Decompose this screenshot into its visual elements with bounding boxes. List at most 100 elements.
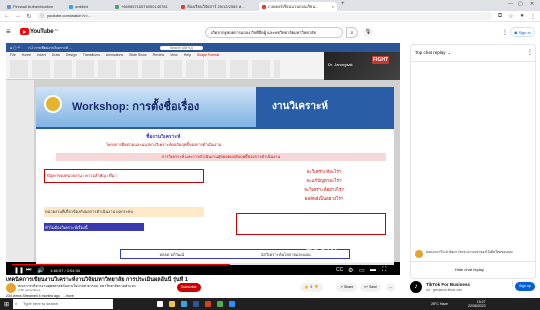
- tab-favicon-icon: [262, 4, 266, 9]
- youtube-wordmark: YouTube: [30, 28, 54, 35]
- taskbar-search-input[interactable]: ⌕ Type here to search: [13, 299, 114, 309]
- autosave-label: ● ▢ ↶: [10, 45, 21, 50]
- bookmark-star-icon[interactable]: ☆: [508, 13, 514, 20]
- chat-mode-dropdown[interactable]: Top chat replay ⌄: [415, 50, 451, 56]
- ad-sign-up-button[interactable]: Sign up: [515, 282, 535, 291]
- save-label: Save: [369, 285, 378, 289]
- share-label: Share: [343, 285, 354, 289]
- ppt-title-bar: ● ▢ ↶ ก.2 การเขียนงานวิเคราะห์ ... Searc…: [6, 43, 400, 52]
- windows-taskbar: ⊞ ⌕ Type here to search 28°C Haze 15:27 …: [0, 298, 540, 310]
- forward-icon[interactable]: →: [15, 13, 21, 19]
- taskbar-search-placeholder: Type here to search: [23, 301, 59, 306]
- progress-fill: [12, 264, 230, 265]
- ribbon-tab: Transitions: [82, 53, 100, 57]
- minimize-icon[interactable]: —: [508, 1, 513, 7]
- close-tab-icon[interactable]: ×: [332, 4, 334, 9]
- profile-icon[interactable]: ●: [519, 13, 525, 19]
- youtube-logo[interactable]: YouTube TH: [20, 28, 58, 35]
- progress-track[interactable]: [12, 264, 394, 265]
- like-button[interactable]: 👍 9 👎: [300, 283, 323, 292]
- reload-icon[interactable]: ↻: [26, 13, 32, 20]
- miniplayer-icon[interactable]: ▭: [359, 267, 365, 274]
- slide-box-why: ทำไมต้องวิเคราะห์เรื่องนี้: [44, 223, 144, 231]
- save-button[interactable]: ≡+ Save: [360, 283, 382, 292]
- ribbon-tab: View: [170, 53, 178, 57]
- windows-start-icon[interactable]: ⊞: [4, 301, 9, 308]
- browser-toolbar: ← → ↻ ⓘ youtube.com/watch?v=... ⧉ ☆ ● ⋮: [0, 11, 540, 22]
- captions-icon[interactable]: CC: [336, 267, 343, 273]
- ad-title[interactable]: TikTok For Business: [426, 282, 470, 287]
- extensions-icon[interactable]: ⧉: [497, 13, 503, 20]
- ribbon-tab: Design: [65, 53, 77, 57]
- settings-menu-icon[interactable]: ⋮: [502, 29, 508, 36]
- browser-menu-icon[interactable]: ⋮: [530, 13, 536, 20]
- clock-date: 22/08/2023: [468, 304, 486, 308]
- channel-avatar[interactable]: [6, 283, 16, 293]
- tab-youtube-active[interactable]: เวลเคอร์เรียนนวนกอนเรียน... ×: [259, 2, 337, 11]
- tab-favicon-icon: [7, 4, 11, 9]
- slide-footer-mid: นักวิเคราะห์นโยบายและแผน: [260, 251, 311, 257]
- chat-menu-icon[interactable]: ⋮: [527, 49, 533, 56]
- share-icon: ↗: [340, 285, 343, 289]
- youtube-play-logo-icon: [20, 28, 29, 35]
- fullscreen-icon[interactable]: ⛶: [382, 267, 386, 274]
- account-icon: ◉: [514, 29, 518, 35]
- more-actions-icon[interactable]: ⋯: [386, 283, 395, 292]
- close-window-icon[interactable]: ✕: [530, 1, 534, 7]
- theater-mode-icon[interactable]: ▬: [370, 267, 376, 273]
- maximize-icon[interactable]: ▢: [518, 1, 523, 7]
- ribbon-tab: Slide Show: [129, 53, 147, 57]
- search-button[interactable]: ⌕: [346, 27, 358, 38]
- tab-research[interactable]: ห้องเรียนวิจัยสาร์ 25/12/2565 ห...: [178, 2, 256, 11]
- volume-icon[interactable]: 🔊: [37, 267, 44, 274]
- chat-avatar: [415, 250, 423, 258]
- time-display: 1:46:07 / 3:04:34: [50, 268, 81, 273]
- hamburger-menu-icon[interactable]: ≡: [6, 27, 11, 36]
- browser-tab-strip: Firewall Authentication untitled +669857…: [0, 0, 540, 11]
- weather-widget[interactable]: 28°C Haze: [431, 302, 448, 306]
- ppt-search-box: Search (Alt+Q): [159, 45, 204, 50]
- pause-icon[interactable]: ❚❚: [14, 267, 24, 274]
- thumbs-down-icon: 👎: [314, 285, 319, 289]
- slide-box-result: [236, 213, 386, 235]
- zoom-app-icon[interactable]: [229, 301, 236, 307]
- slide-box-problem: ปัญหาของหน่วยงาน / ความสำคัญ / ที่มา: [44, 169, 204, 183]
- chat-mode-label: Top chat replay: [415, 50, 446, 55]
- tab-untitled[interactable]: untitled: [66, 2, 108, 11]
- chrome-icon[interactable]: [217, 301, 224, 307]
- search-input[interactable]: เกิดจากฐษ่อยการแถลง กิจที่อืดผู้ และคชวิ…: [205, 27, 343, 38]
- tab-label: Firewall Authentication: [13, 4, 54, 9]
- tab-favicon-icon: [181, 4, 185, 9]
- slide-thumbnails: [6, 80, 34, 262]
- file-explorer-icon[interactable]: [169, 301, 176, 307]
- tab-favicon-icon: [69, 4, 73, 9]
- university-seal-icon: [44, 95, 62, 113]
- tab-label: untitled: [75, 4, 88, 9]
- edge-icon[interactable]: [181, 301, 188, 307]
- microphone-icon[interactable]: 🎙: [363, 27, 373, 37]
- video-player[interactable]: ● ▢ ↶ ก.2 การเขียนงานวิเคราะห์ ... Searc…: [6, 43, 400, 275]
- question-3: จะวิเคราะห์อย่างไร?: [304, 187, 344, 192]
- task-view-icon[interactable]: [157, 301, 164, 307]
- address-bar[interactable]: ⓘ youtube.com/watch?v=...: [37, 12, 492, 20]
- new-tab-icon[interactable]: +: [341, 1, 345, 7]
- back-icon[interactable]: ←: [4, 13, 10, 19]
- hide-chat-button[interactable]: Hide chat replay: [455, 267, 484, 272]
- subscribe-button[interactable]: Subscribe: [177, 283, 201, 292]
- ribbon-tab: Draw: [51, 53, 60, 57]
- clock[interactable]: 15:27 22/08/2023: [468, 300, 486, 308]
- next-icon[interactable]: ⏭: [26, 267, 31, 274]
- word-icon[interactable]: [193, 301, 200, 307]
- site-info-icon[interactable]: ⓘ: [40, 12, 44, 20]
- sign-in-label: Sign in: [518, 29, 531, 35]
- tab-firewall[interactable]: Firewall Authentication: [4, 2, 64, 11]
- settings-icon[interactable]: ⚙: [348, 267, 353, 274]
- ribbon-tab: Animations: [105, 53, 124, 57]
- search-value: เกิดจากฐษ่อยการแถลง กิจที่อืดผู้ และคชวิ…: [211, 30, 316, 35]
- slide-title-right: งานวิเคราะห์: [272, 101, 329, 112]
- divider: [411, 261, 535, 262]
- share-button[interactable]: ↗ Share: [336, 283, 358, 292]
- tab-contact[interactable]: +66985716576950145781: [112, 2, 174, 11]
- powerpoint-icon[interactable]: [205, 301, 212, 307]
- sign-in-button[interactable]: ◉ Sign in: [510, 27, 535, 37]
